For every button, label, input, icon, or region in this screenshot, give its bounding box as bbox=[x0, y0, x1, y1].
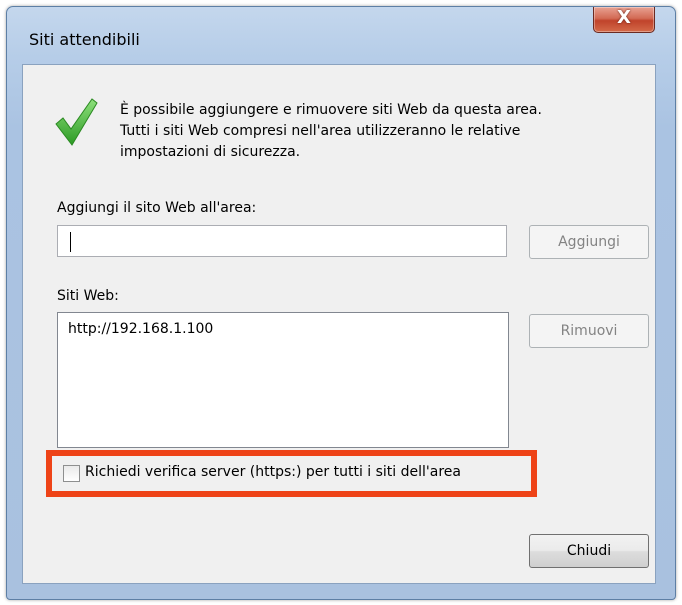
close-button[interactable]: Chiudi bbox=[529, 534, 649, 568]
dialog-content: È possibile aggiungere e rimuovere siti … bbox=[22, 64, 656, 584]
add-button[interactable]: Aggiungi bbox=[529, 225, 649, 259]
close-window-button[interactable]: X bbox=[593, 7, 655, 33]
websites-list[interactable]: http://192.168.1.100 bbox=[57, 312, 509, 448]
close-icon: X bbox=[617, 7, 631, 28]
add-site-input[interactable] bbox=[57, 225, 507, 257]
title-bar[interactable]: Siti attendibili X bbox=[7, 7, 675, 49]
add-site-label: Aggiungi il sito Web all'area: bbox=[57, 200, 257, 216]
https-checkbox-label[interactable]: Richiedi verifica server (https:) per tu… bbox=[85, 464, 461, 480]
info-line: impostazioni di sicurezza. bbox=[120, 144, 301, 160]
remove-button[interactable]: Rimuovi bbox=[529, 314, 649, 348]
https-checkbox[interactable] bbox=[63, 465, 80, 482]
websites-label: Siti Web: bbox=[57, 288, 119, 304]
trusted-sites-dialog: Siti attendibili X È possibile aggiunger… bbox=[6, 6, 676, 600]
text-caret bbox=[70, 232, 71, 252]
info-text: È possibile aggiungere e rimuovere siti … bbox=[120, 100, 640, 163]
checkmark-icon bbox=[55, 98, 98, 146]
list-item[interactable]: http://192.168.1.100 bbox=[68, 321, 213, 337]
info-line: Tutti i siti Web compresi nell'area util… bbox=[120, 123, 521, 139]
info-line: È possibile aggiungere e rimuovere siti … bbox=[120, 102, 542, 118]
dialog-title: Siti attendibili bbox=[29, 30, 140, 49]
